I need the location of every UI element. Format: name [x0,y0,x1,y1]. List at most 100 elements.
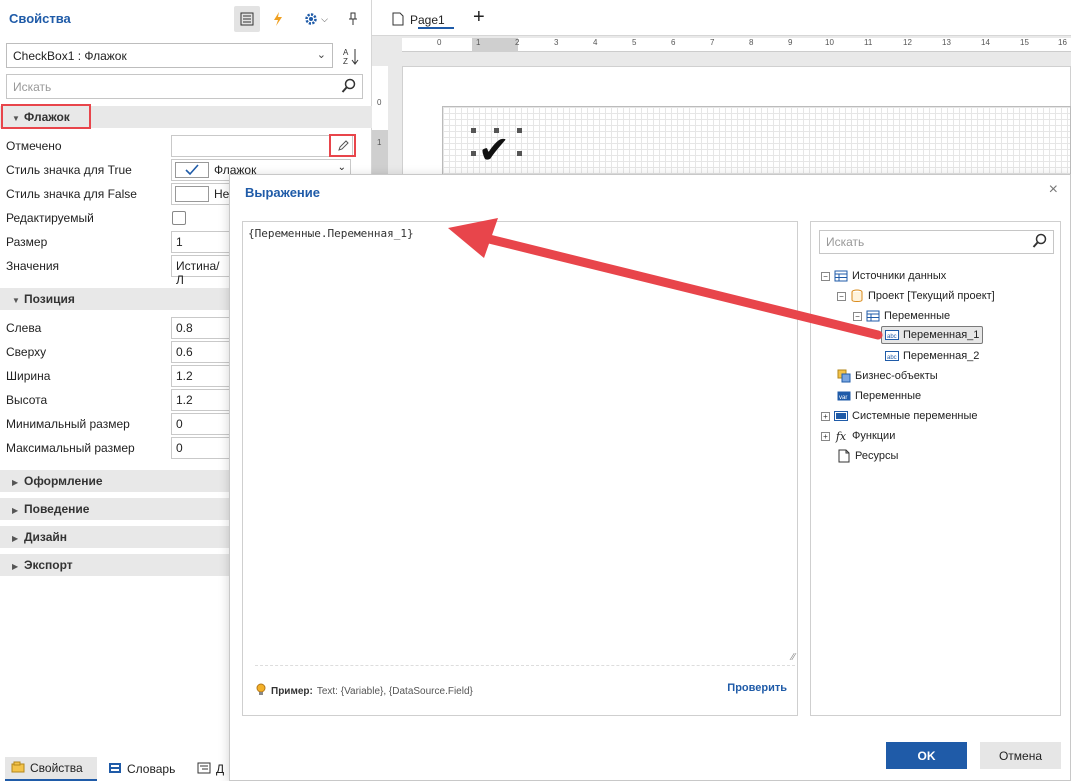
selection-handle[interactable] [517,151,522,156]
expression-dialog: Выражение × {Переменные.Переменная_1} ∕∕… [229,174,1071,781]
editable-checkbox[interactable] [172,211,186,225]
highlight-frame [329,134,356,157]
database-icon [850,289,864,302]
properties-title: Свойства [9,11,71,26]
false-style-select[interactable]: Не [171,183,231,205]
editor-divider [255,665,795,666]
svg-text:var: var [839,395,847,401]
caret-right-icon: ▶ [12,562,19,571]
tree-node-business-objects[interactable]: Бизнес-объекты [837,367,938,385]
object-select[interactable]: CheckBox1 : Флажок ⌄ [6,43,333,68]
dictionary-tab-icon [108,762,122,777]
checked-value-input[interactable] [171,135,353,157]
svg-text:Z: Z [343,57,348,66]
svg-text:A: A [343,48,349,57]
row-height-label: Высота [6,393,48,407]
caret-right-icon: ▶ [12,478,19,487]
resize-grip-icon[interactable]: ∕∕ [792,652,795,663]
tree-node-variables-folder[interactable]: − Переменные [853,307,950,325]
ok-button[interactable]: OK [886,742,967,769]
row-true-style-label: Стиль значка для True [6,163,132,177]
selection-handle[interactable] [494,128,499,133]
function-fx-icon: fx [835,429,847,443]
caret-right-icon: ▶ [12,506,19,515]
highlight-frame [1,104,91,129]
page-icon [392,12,404,29]
resources-icon [837,449,851,463]
expression-editor[interactable]: {Переменные.Переменная_1} ∕∕ Пример: Tex… [242,221,798,716]
text-variable-icon: abc [885,329,899,341]
search-icon[interactable] [1032,233,1048,252]
variables-icon: var [837,390,851,402]
data-source-icon [834,270,848,282]
dictionary-tree-panel: Искать − Источники данных − Проект [Теку… [810,221,1061,716]
collapse-icon[interactable]: − [837,291,846,301]
chevron-down-icon: ⌄ [337,162,346,173]
sort-az-icon[interactable]: AZ [340,44,362,68]
collapse-icon[interactable]: − [853,311,862,321]
checkbox-component-checkmark-icon[interactable]: ✔ [478,132,510,170]
min-size-input[interactable]: 0 [171,413,231,435]
tree-node-resources[interactable]: Ресурсы [837,447,898,465]
tab-dictionary[interactable]: Словарь [108,757,175,781]
settings-gear-icon[interactable]: ⌵ [298,6,334,32]
tree-node-data-sources[interactable]: − Источники данных [821,267,946,285]
tab-properties[interactable]: Свойства [5,757,97,781]
tree-node-project[interactable]: − Проект [Текущий проект] [837,287,995,305]
tree-node-variable-1[interactable]: abc Переменная_1 [881,326,984,344]
report-tree-tab-icon [197,762,211,777]
business-objects-icon [837,369,851,383]
active-tab-indicator [418,27,454,29]
expression-hint: Пример: Text: {Variable}, {DataSource.Fi… [255,683,473,700]
add-page-icon[interactable]: + [473,6,485,29]
row-left-label: Слева [6,321,42,335]
row-checked-label: Отмечено [6,139,62,153]
chevron-down-icon: ⌄ [316,49,326,61]
verify-link[interactable]: Проверить [727,682,787,694]
close-icon[interactable]: × [1049,181,1058,199]
width-input[interactable]: 1.2 [171,365,231,387]
lightbulb-icon [255,683,267,700]
expand-icon[interactable]: + [821,431,830,441]
max-size-input[interactable]: 0 [171,437,231,459]
row-width-label: Ширина [6,369,51,383]
tree-node-variables[interactable]: var Переменные [837,387,921,405]
text-variable-icon: abc [885,350,899,362]
properties-header: Свойства ⌵ [0,0,372,38]
list-view-icon[interactable] [234,6,260,32]
row-min-size-label: Минимальный размер [6,417,130,431]
cancel-button[interactable]: Отмена [980,742,1061,769]
property-search-input[interactable]: Искать [6,74,363,99]
tab-third[interactable]: Д [197,757,224,781]
page-tab-bar: Page1 + [372,0,1071,36]
values-input[interactable]: Истина/Л [171,255,231,287]
empty-style-icon [175,186,209,202]
tree-node-variable-2[interactable]: abc Переменная_2 [885,347,979,365]
horizontal-ruler: 0 1 2 3 4 5 6 7 8 9 10 11 12 13 14 15 16 [402,38,1071,52]
tree-node-functions[interactable]: + fx Функции [821,427,895,445]
table-icon [866,310,880,322]
selection-handle[interactable] [471,151,476,156]
report-band[interactable] [442,106,1071,176]
tree-search-input[interactable]: Искать [819,230,1054,254]
selection-handle[interactable] [517,128,522,133]
svg-text:abc: abc [887,355,897,361]
row-values-label: Значения [6,259,60,273]
left-input[interactable]: 0.8 [171,317,231,339]
collapse-icon[interactable]: − [821,271,830,281]
chevron-down-icon: ⌵ [321,13,328,24]
caret-down-icon: ▼ [12,296,20,305]
size-input[interactable]: 1 [171,231,231,253]
search-icon[interactable] [341,78,357,97]
pin-icon[interactable] [340,6,366,32]
top-input[interactable]: 0.6 [171,341,231,363]
tree-node-system-variables[interactable]: + Системные переменные [821,407,978,425]
row-top-label: Сверху [6,345,47,359]
dialog-title: Выражение [245,185,321,200]
expand-icon[interactable]: + [821,411,830,421]
events-lightning-icon[interactable] [265,6,291,32]
height-input[interactable]: 1.2 [171,389,231,411]
selection-handle[interactable] [471,128,476,133]
expression-text[interactable]: {Переменные.Переменная_1} [248,227,414,240]
row-max-size-label: Максимальный размер [6,441,135,455]
